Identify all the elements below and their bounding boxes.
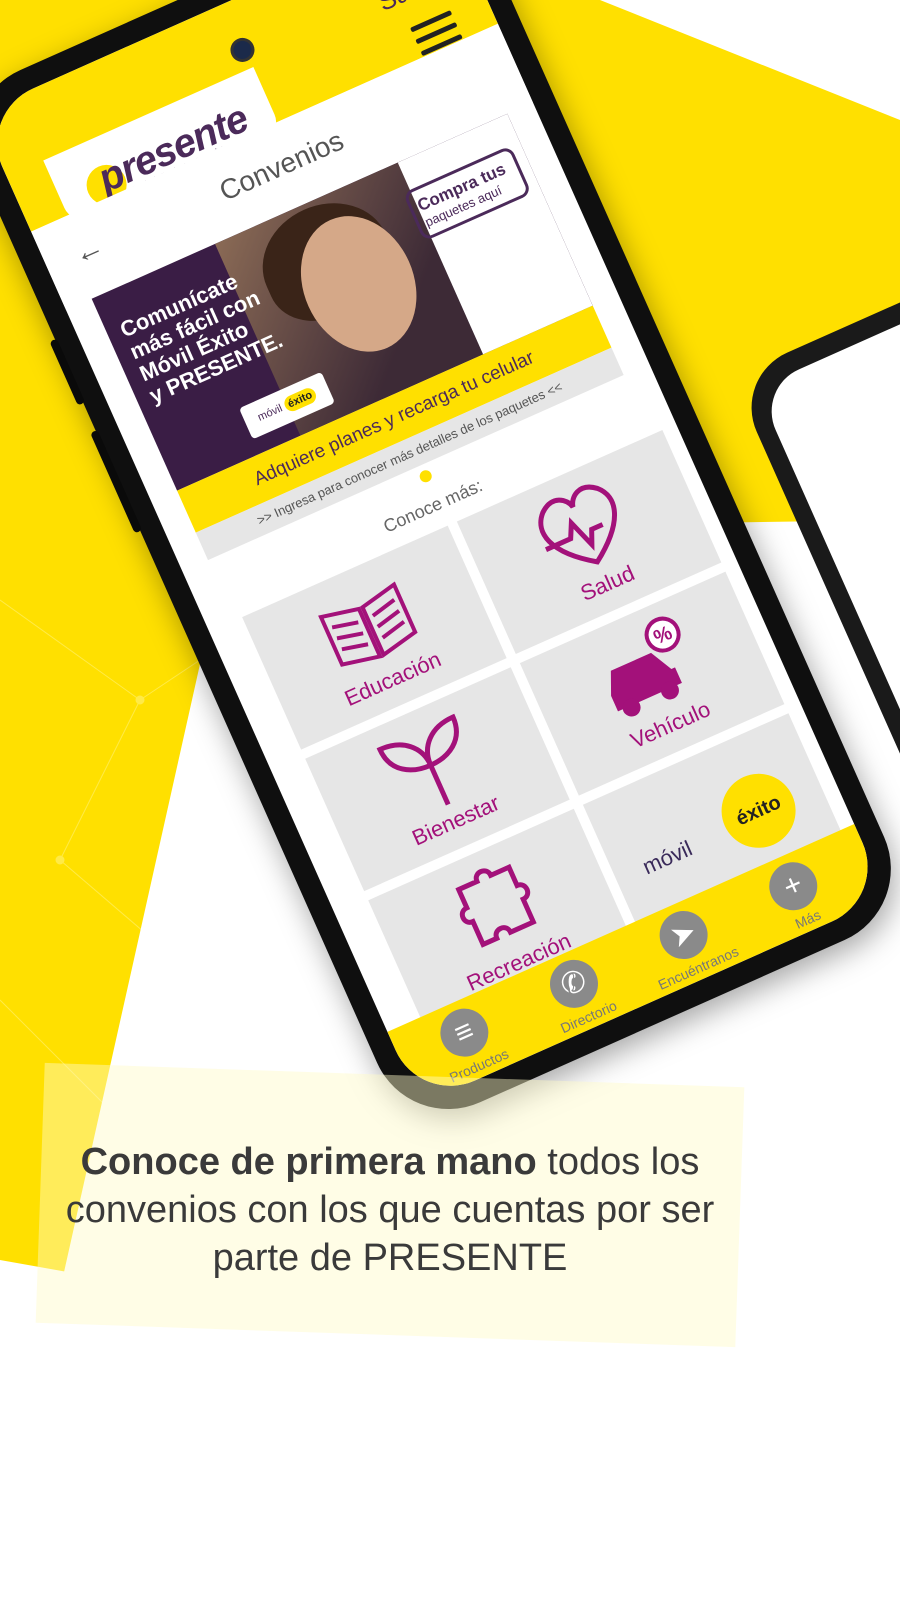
- front-camera: [226, 34, 259, 66]
- banner-logo-text: móvil: [256, 402, 285, 424]
- caption-bold: Conoce de primera mano: [80, 1141, 537, 1183]
- exito-badge: éxito: [709, 761, 808, 860]
- banner-logo-brand: éxito: [281, 385, 319, 414]
- nav-label: Más: [792, 906, 824, 932]
- movil-text: móvil: [638, 835, 696, 880]
- logout-button[interactable]: Salir: [373, 0, 433, 18]
- buy-packages-button[interactable]: Compra tus paquetes aquí: [402, 145, 532, 242]
- promo-caption: Conoce de primera mano todos los conveni…: [60, 1138, 720, 1282]
